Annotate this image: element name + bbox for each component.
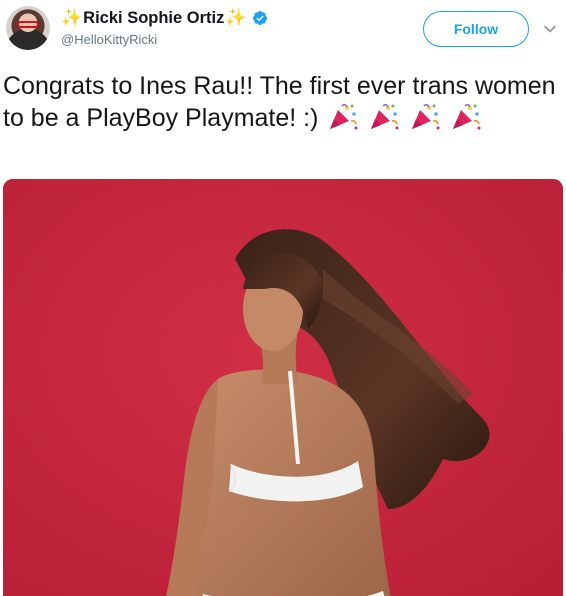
avatar[interactable]: [6, 6, 50, 50]
party-popper-icon: [453, 103, 481, 130]
party-popper-icon: [412, 103, 440, 130]
tweet-photo[interactable]: [3, 179, 563, 596]
name-row: ✨ Ricki Sophie Ortiz ✨: [61, 7, 268, 29]
sparkles-icon: ✨: [225, 7, 247, 28]
tweet-text: Congrats to Ines Rau!! The first ever tr…: [3, 70, 563, 134]
avatar-glasses: [17, 21, 39, 28]
party-popper-icon: [371, 103, 399, 130]
follow-button[interactable]: Follow: [423, 11, 529, 47]
chevron-down-icon[interactable]: [543, 22, 557, 36]
party-popper-icon: [330, 103, 358, 130]
user-handle[interactable]: @HelloKittyRicki: [61, 32, 157, 47]
display-name[interactable]: Ricki Sophie Ortiz: [83, 9, 224, 28]
sparkles-icon: ✨: [61, 7, 83, 28]
verified-badge-icon: [252, 11, 267, 25]
tweet-card: ✨ Ricki Sophie Ortiz ✨ @HelloKittyRicki …: [0, 0, 566, 596]
photo-illustration: [3, 179, 563, 596]
